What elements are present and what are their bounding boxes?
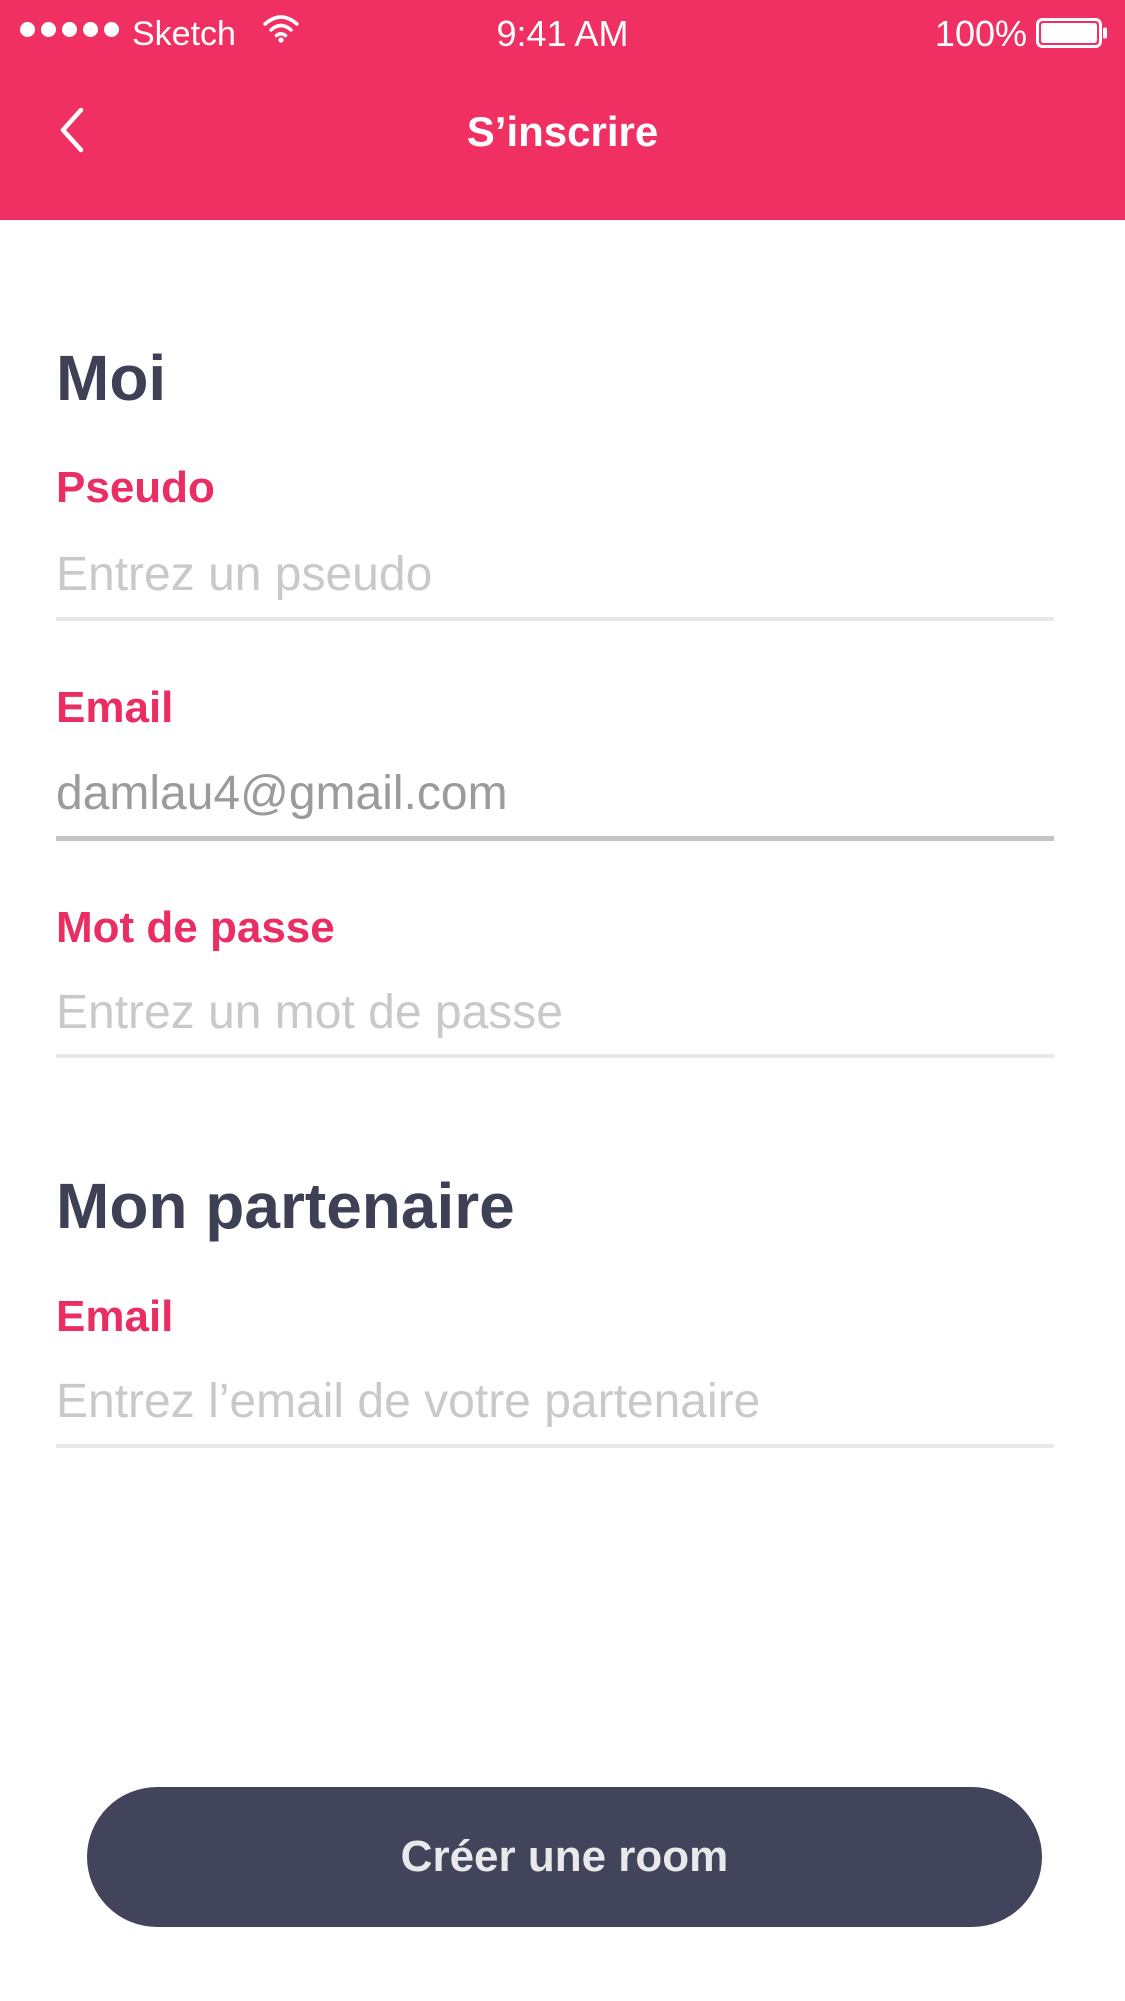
section-title-me: Moi bbox=[56, 342, 167, 414]
password-label: Mot de passe bbox=[56, 903, 335, 952]
header: Sketch 9:41 AM 100% S’inscrire bbox=[0, 0, 1125, 220]
partner-email-label: Email bbox=[56, 1292, 174, 1341]
partner-email-underline bbox=[56, 1444, 1054, 1448]
pseudo-input[interactable] bbox=[56, 539, 1054, 609]
email-input[interactable] bbox=[56, 758, 1054, 828]
email-label: Email bbox=[56, 683, 174, 732]
password-input[interactable] bbox=[56, 977, 1054, 1047]
signup-screen: Sketch 9:41 AM 100% S’inscrire Moi Pseud… bbox=[0, 0, 1125, 2001]
pseudo-label: Pseudo bbox=[56, 463, 215, 512]
email-underline bbox=[56, 836, 1054, 841]
battery-percent: 100% bbox=[934, 13, 1027, 54]
password-underline bbox=[56, 1054, 1054, 1058]
nav-bar: S’inscrire bbox=[0, 64, 1125, 220]
partner-email-input[interactable] bbox=[56, 1366, 1054, 1436]
section-title-partner: Mon partenaire bbox=[56, 1170, 515, 1242]
pseudo-underline bbox=[56, 617, 1054, 621]
create-room-button[interactable]: Créer une room bbox=[87, 1787, 1042, 1927]
battery-icon bbox=[1036, 18, 1107, 48]
page-title: S’inscrire bbox=[466, 108, 659, 155]
status-bar: Sketch 9:41 AM 100% bbox=[0, 0, 1125, 64]
